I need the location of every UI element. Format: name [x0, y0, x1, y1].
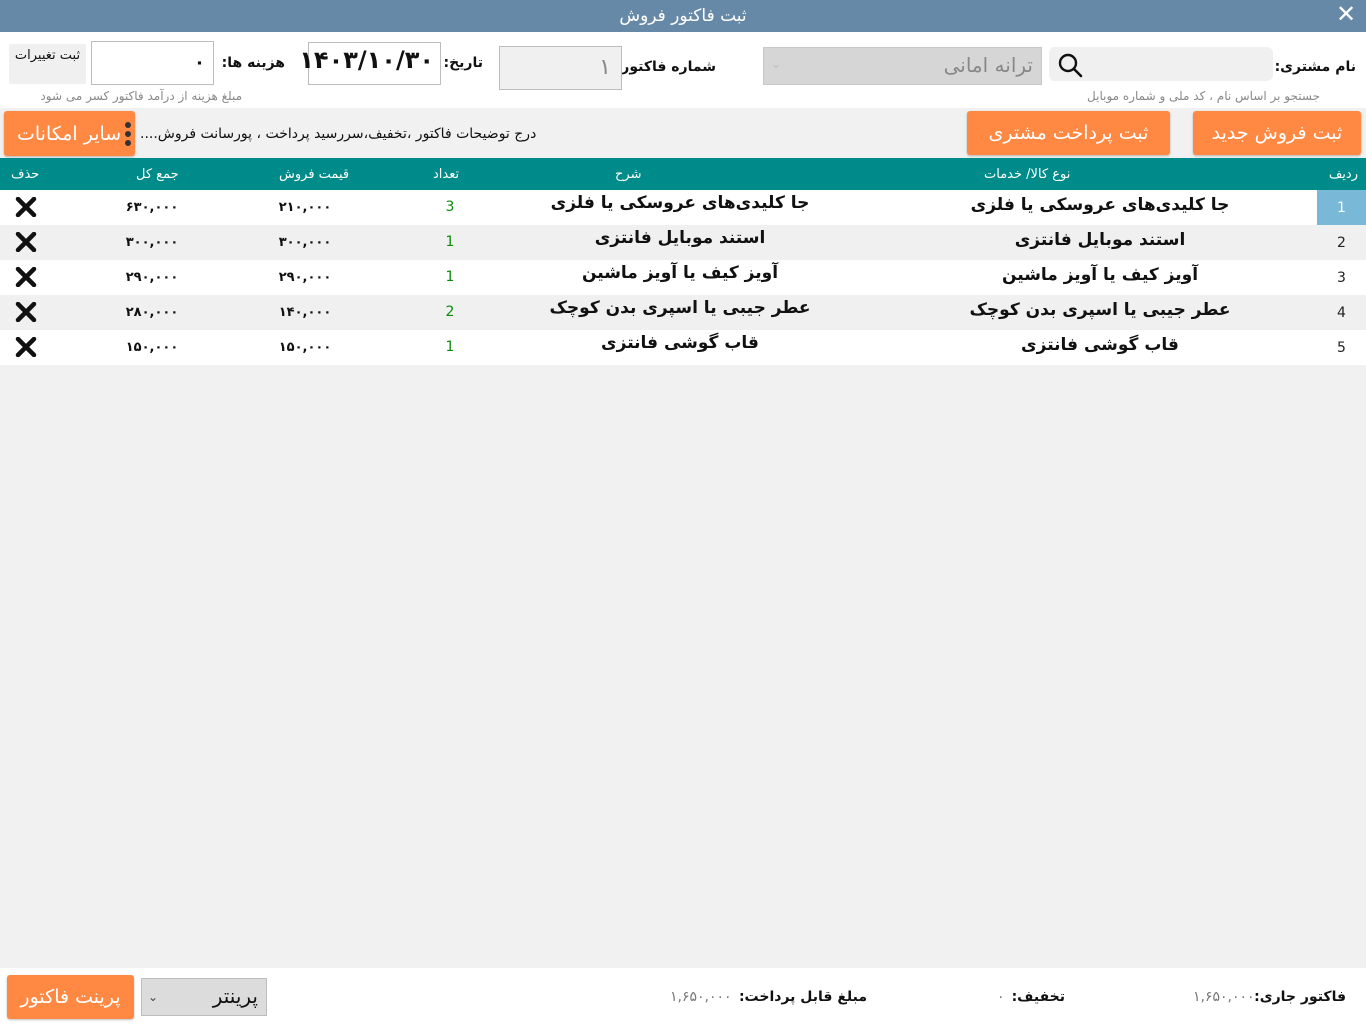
customer-search-hint: جستجو بر اساس نام ، کد ملی و شماره موبای…	[1087, 89, 1320, 103]
row-price: ۲۱۰,۰۰۰	[278, 200, 332, 215]
discount-value: ۰	[997, 989, 1005, 1005]
save-changes-button[interactable]: ثبت تغییرات	[9, 44, 86, 84]
customer-label: نام مشتری:	[1274, 59, 1356, 75]
table-row[interactable]: 4 عطر جیبی یا اسپری بدن کوچک عطر جیبی یا…	[0, 295, 1366, 330]
row-desc: قاب گوشی فانتزی	[601, 333, 759, 353]
col-index: ردیف	[1328, 167, 1358, 182]
costs-hint: مبلغ هزینه از درآمد فاکتور کسر می شود	[40, 89, 242, 103]
row-desc: جا کلیدی‌های عروسکی یا فلزی	[550, 193, 810, 213]
costs-label: هزینه ها:	[221, 55, 285, 71]
customer-payment-button[interactable]: ثبت پرداخت مشتری	[967, 111, 1170, 155]
row-type: عطر جیبی یا اسپری بدن کوچک	[969, 300, 1231, 320]
col-desc: شرح	[615, 167, 642, 182]
row-type: آویز کیف یا آویز ماشین	[1001, 265, 1199, 285]
row-qty[interactable]: 3	[430, 199, 470, 215]
delete-icon[interactable]	[15, 267, 37, 287]
window-title: ثبت فاکتور فروش	[619, 6, 747, 26]
row-type: استند موبایل فانتزی	[1014, 230, 1186, 250]
delete-icon[interactable]	[15, 197, 37, 217]
title-bar: ثبت فاکتور فروش ✕	[0, 0, 1366, 32]
col-qty: تعداد	[433, 167, 460, 182]
col-price: قیمت فروش	[279, 167, 350, 182]
row-total: ۶۳۰,۰۰۰	[125, 200, 179, 215]
col-total: جمع کل	[136, 167, 179, 182]
row-total: ۱۵۰,۰۰۰	[125, 340, 179, 355]
row-index: 5	[1337, 340, 1346, 356]
payable-value: ۱,۶۵۰,۰۰۰	[670, 989, 732, 1005]
printer-select[interactable]: پرینتر ⌄	[141, 978, 267, 1016]
payable-label: مبلغ قابل پرداخت:	[738, 989, 867, 1005]
row-qty[interactable]: 1	[430, 339, 470, 355]
row-price: ۳۰۰,۰۰۰	[278, 235, 332, 250]
table-row[interactable]: 5 قاب گوشی فانتزی قاب گوشی فانتزی 1 ۱۵۰,…	[0, 330, 1366, 365]
delete-icon[interactable]	[15, 337, 37, 357]
row-qty[interactable]: 1	[430, 269, 470, 285]
col-type: نوع کالا/ خدمات	[984, 167, 1071, 182]
row-desc: آویز کیف یا آویز ماشین	[581, 263, 779, 283]
chevron-down-icon: ⌄	[148, 990, 159, 1004]
invoice-number-label: شماره فاکتور:	[615, 59, 716, 75]
row-desc: عطر جیبی یا اسپری بدن کوچک	[549, 298, 811, 318]
discount-label: تخفیف:	[1011, 989, 1065, 1005]
more-options-button[interactable]: سایر امکانات	[4, 111, 135, 156]
row-price: ۱۵۰,۰۰۰	[278, 340, 332, 355]
row-qty[interactable]: 2	[430, 304, 470, 320]
row-index: 3	[1337, 270, 1346, 286]
chevron-down-icon: ⌄	[771, 57, 782, 71]
customer-select[interactable]: ترانه امانی ⌄	[763, 47, 1042, 85]
date-label: تاریخ:	[443, 55, 483, 71]
invoice-footer: فاکتور جاری: ۱,۶۵۰,۰۰۰ تخفیف: ۰ مبلغ قاب…	[0, 968, 1366, 1028]
more-options-label: سایر امکانات	[17, 122, 122, 145]
invoice-header-form: نام مشتری: جستجو بر اساس نام ، کد ملی و …	[0, 32, 1366, 108]
row-price: ۱۴۰,۰۰۰	[278, 305, 332, 320]
row-total: ۲۹۰,۰۰۰	[125, 270, 179, 285]
date-field[interactable]: ۱۴۰۳/۱۰/۳۰	[299, 42, 441, 85]
table-row[interactable]: 3 آویز کیف یا آویز ماشین آویز کیف یا آوی…	[0, 260, 1366, 295]
new-sale-button[interactable]: ثبت فروش جدید	[1193, 111, 1361, 155]
current-invoice-value: ۱,۶۵۰,۰۰۰	[1193, 989, 1255, 1005]
current-invoice-label: فاکتور جاری:	[1254, 989, 1346, 1005]
more-vertical-icon	[124, 120, 132, 148]
row-type: جا کلیدی‌های عروسکی یا فلزی	[970, 195, 1230, 215]
row-total: ۲۸۰,۰۰۰	[125, 305, 179, 320]
row-desc: استند موبایل فانتزی	[594, 228, 766, 248]
costs-field[interactable]: ۰	[91, 41, 214, 85]
row-qty[interactable]: 1	[430, 234, 470, 250]
row-index: 2	[1337, 235, 1346, 251]
delete-icon[interactable]	[15, 232, 37, 252]
row-type: قاب گوشی فانتزی	[1021, 335, 1179, 355]
col-delete: حذف	[11, 167, 40, 182]
table-row[interactable]: 2 استند موبایل فانتزی استند موبایل فانتز…	[0, 225, 1366, 260]
close-button[interactable]: ✕	[1334, 2, 1358, 27]
invoice-options-link[interactable]: درج توضیحات فاکتور ،تخفیف،سررسید پرداخت …	[140, 126, 536, 142]
customer-selected-value: ترانه امانی	[943, 53, 1033, 77]
row-total: ۳۰۰,۰۰۰	[125, 235, 179, 250]
row-price: ۲۹۰,۰۰۰	[278, 270, 332, 285]
search-icon[interactable]	[1057, 52, 1083, 78]
customer-search-input[interactable]	[1049, 47, 1273, 81]
row-index: 4	[1337, 305, 1346, 321]
delete-icon[interactable]	[15, 302, 37, 322]
print-invoice-button[interactable]: پرینت فاکتور	[7, 975, 134, 1019]
invoice-number-field[interactable]: ۱	[499, 46, 622, 90]
printer-selected-value: پرینتر	[212, 984, 258, 1008]
items-table-header: ردیف نوع کالا/ خدمات شرح تعداد قیمت فروش…	[0, 158, 1366, 190]
table-row[interactable]: 1 جا کلیدی‌های عروسکی یا فلزی جا کلیدی‌ه…	[0, 190, 1366, 225]
row-index: 1	[1317, 190, 1366, 225]
